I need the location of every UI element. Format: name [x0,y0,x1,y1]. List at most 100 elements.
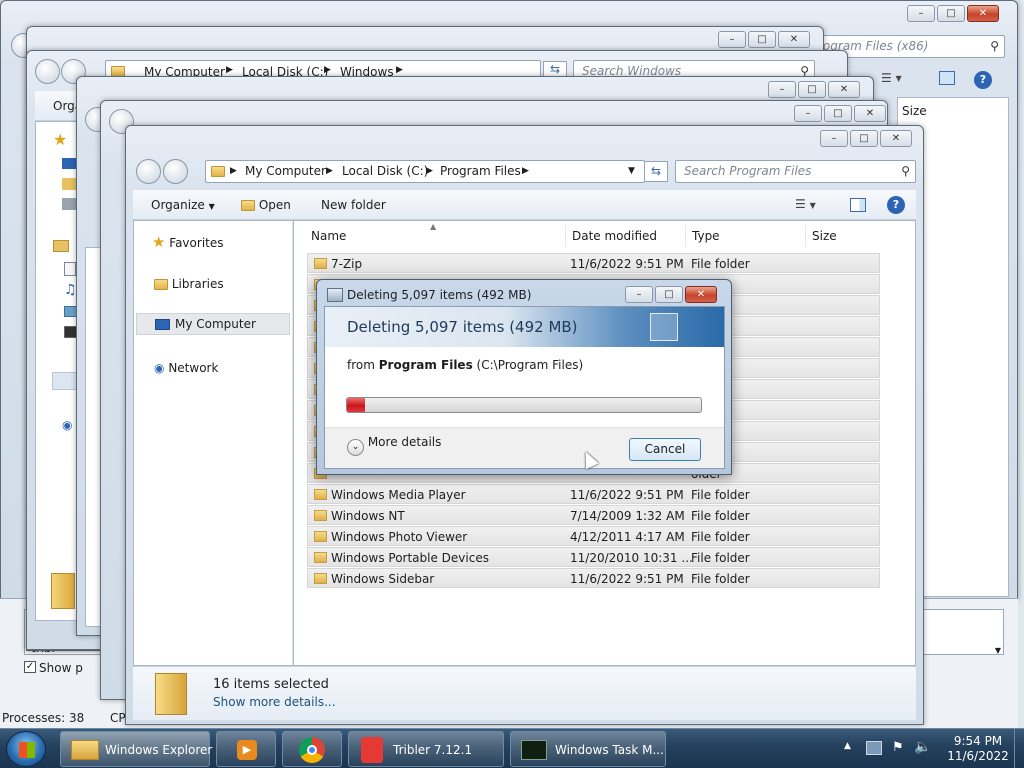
sort-ascending-icon: ▲ [430,222,437,231]
breadcrumb[interactable]: Program Files [440,164,521,178]
breadcrumb-arrow-icon[interactable]: ▶ [226,65,233,75]
my-computer-item[interactable]: My Computer [136,313,290,335]
minimize-button[interactable]: – [907,5,935,22]
favorites-item[interactable]: ★ Favorites [152,233,224,251]
column-header-date[interactable]: Date modified [566,225,686,247]
chrome-icon [299,737,325,763]
libraries-icon[interactable] [53,240,69,252]
taskbar-item-tribler[interactable]: Tribler 7.12.1 [348,731,504,767]
minimize-button[interactable]: – [820,130,848,147]
volume-icon[interactable]: 🔈 [914,739,931,755]
file-row[interactable]: Windows Media Player 11/6/2022 9:51 PM Fil… [307,484,880,504]
breadcrumb[interactable]: Local Disk (C:) [342,164,428,178]
desktop-icon[interactable] [62,158,76,169]
downloads-icon[interactable] [62,178,76,190]
minimize-button[interactable]: – [625,286,653,303]
search-input[interactable]: Search Program Files ⚲ [675,160,916,183]
preview-pane-icon[interactable] [850,198,866,212]
maximize-button[interactable]: □ [798,81,826,98]
address-bar[interactable]: ▶ My Computer ▶ Local Disk (C:) ▶ Progra… [205,160,645,183]
maximize-button[interactable]: □ [824,105,852,122]
file-row[interactable]: Windows Photo Viewer 4/12/2011 4:17 AM Fil… [307,526,880,546]
network-tray-icon[interactable] [866,741,882,755]
view-options-icon[interactable]: ☰ ▾ [881,71,902,85]
cancel-button[interactable]: Cancel [629,438,701,461]
file-date: 4/12/2011 4:17 AM [570,530,685,544]
breadcrumb-arrow-icon[interactable]: ▶ [230,166,237,176]
network-label: Network [168,361,219,375]
column-header-type[interactable]: Type [686,225,806,247]
music-icon[interactable]: ♫ [64,282,77,298]
minimize-button[interactable]: – [768,81,796,98]
file-row[interactable]: Windows Sidebar 11/6/2022 9:51 PM File fol… [307,568,880,588]
maximize-button[interactable]: □ [937,5,965,22]
preview-pane-icon[interactable] [939,71,955,85]
show-desktop-button[interactable] [1014,729,1024,768]
recent-places-icon[interactable] [62,198,76,210]
breadcrumb-arrow-icon[interactable]: ▶ [522,166,529,176]
file-name: Windows Photo Viewer [331,530,468,544]
folder-icon [314,258,327,269]
file-row[interactable]: Windows Portable Devices 11/20/2010 10:31… [307,547,880,567]
size-column-header[interactable]: Size [902,104,927,118]
breadcrumb-arrow-icon[interactable]: ▶ [396,65,403,75]
open-button[interactable]: Open [241,198,291,212]
file-type: File folder [691,530,750,544]
maximize-button[interactable]: □ [850,130,878,147]
forward-button[interactable] [163,159,188,184]
taskbar-item-chrome[interactable] [282,731,342,767]
close-button[interactable]: ✕ [967,5,999,22]
libraries-item[interactable]: Libraries [154,277,224,291]
scroll-down-arrow[interactable]: ▼ [995,646,1001,655]
taskbar-item-explorer[interactable]: Windows Explorer [60,731,212,767]
column-header-size[interactable]: Size [806,225,886,247]
maximize-button[interactable]: □ [748,31,776,48]
minimize-button[interactable]: – [794,105,822,122]
folder-icon [314,552,327,563]
breadcrumb-arrow-icon[interactable]: ▶ [324,65,331,75]
documents-icon[interactable] [64,262,76,276]
column-header-name[interactable]: Name ▲ [294,222,566,247]
view-options-icon[interactable]: ☰ ▼ [795,197,816,211]
taskbar-item-media-player[interactable]: ▶ [216,731,276,767]
close-button[interactable]: ✕ [828,81,860,98]
breadcrumb-arrow-icon[interactable]: ▶ [426,166,433,176]
clock[interactable]: 9:54 PM 11/6/2022 [944,734,1012,764]
help-icon[interactable]: ? [974,71,992,89]
file-row[interactable]: 7-Zip 11/6/2022 9:51 PM File folder [307,253,880,273]
refresh-icon[interactable]: ⇆ [644,161,668,182]
help-icon[interactable]: ? [887,196,905,214]
favorites-star-icon[interactable]: ★ [53,130,67,149]
network-icon[interactable]: ◉ [62,418,72,432]
close-button[interactable]: ✕ [778,31,810,48]
show-processes-checkbox[interactable]: ✓ [24,661,36,673]
close-button[interactable]: ✕ [880,130,912,147]
network-item[interactable]: ◉ Network [154,361,218,375]
back-button[interactable] [136,159,161,184]
taskbar-item-task-manager[interactable]: Windows Task M... [510,731,666,767]
start-button[interactable] [6,731,46,767]
breadcrumb-arrow-icon[interactable]: ▶ [326,166,333,176]
minimize-button[interactable]: – [718,31,746,48]
more-details-toggle[interactable]: ⌄ More details [347,435,441,456]
breadcrumb[interactable]: My Computer [245,164,326,178]
new-folder-button[interactable]: New folder [321,198,386,212]
file-row[interactable]: Windows NT 7/14/2009 1:32 AM File folder [307,505,880,525]
close-button[interactable]: ✕ [854,105,886,122]
back-button[interactable] [35,59,60,84]
show-more-details-link[interactable]: Show more details... [213,695,336,709]
taskbar-item-label: Tribler 7.12.1 [393,743,473,757]
column-header-label: Date modified [572,229,658,243]
window-controls: – □ ✕ [768,81,860,98]
window-controls: – □ ✕ [718,31,810,48]
my-computer-label: My Computer [175,317,256,331]
close-button[interactable]: ✕ [685,286,717,303]
action-center-icon[interactable]: ⚑ [892,740,904,755]
organize-button[interactable]: Organize ▼ [151,198,215,212]
address-dropdown-icon[interactable]: ▼ [628,166,635,176]
window-controls: – □ ✕ [820,130,912,147]
window-controls: – □ ✕ [907,5,999,22]
maximize-button[interactable]: □ [655,286,683,303]
dialog-footer: ⌄ More details Cancel [325,427,724,468]
show-hidden-icons-button[interactable]: ▲ [844,741,851,751]
